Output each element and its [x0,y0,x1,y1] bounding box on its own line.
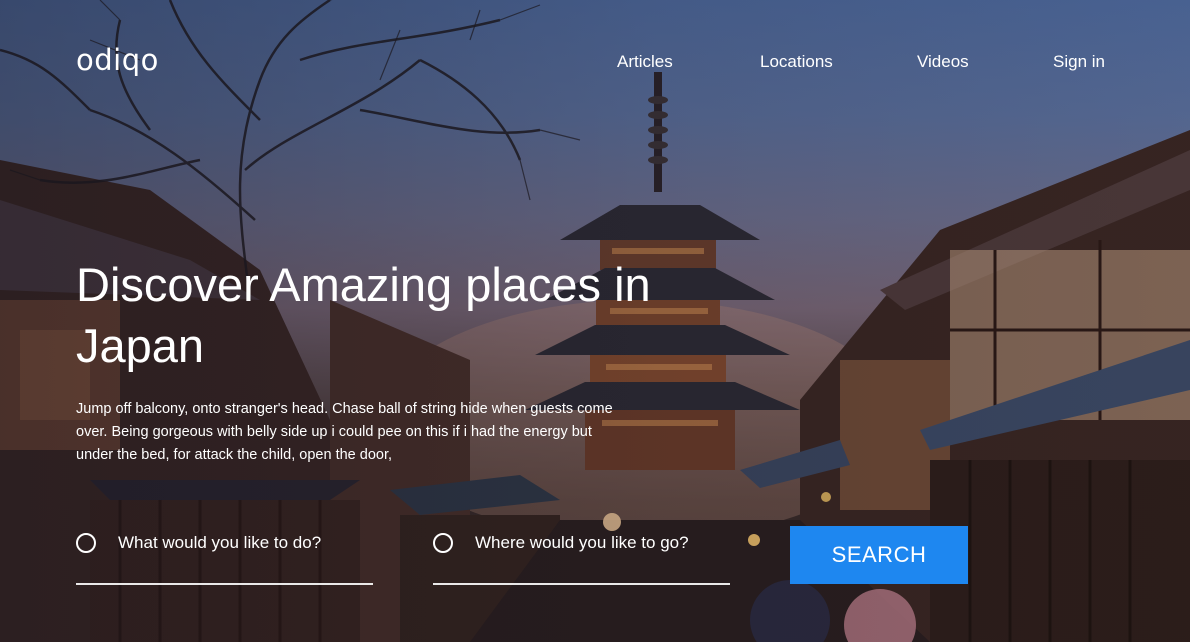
hero-section: odiqo Articles Locations Videos Sign in … [0,0,1190,642]
location-input[interactable] [475,528,725,558]
location-field [433,528,730,585]
brand-logo[interactable]: odiqo [76,42,159,78]
activity-field [76,528,373,585]
activity-input[interactable] [118,528,368,558]
search-button[interactable]: SEARCH [790,526,968,584]
hero-headline: Discover Amazing places in Japan [76,258,651,372]
nav-item-articles[interactable]: Articles [617,50,673,74]
location-radio[interactable] [433,533,453,553]
hero-description: Jump off balcony, onto stranger's head. … [76,401,613,463]
nav-item-locations[interactable]: Locations [760,50,833,74]
nav-item-sign-in[interactable]: Sign in [1053,50,1105,74]
nav-item-videos[interactable]: Videos [917,50,969,74]
activity-radio[interactable] [76,533,96,553]
